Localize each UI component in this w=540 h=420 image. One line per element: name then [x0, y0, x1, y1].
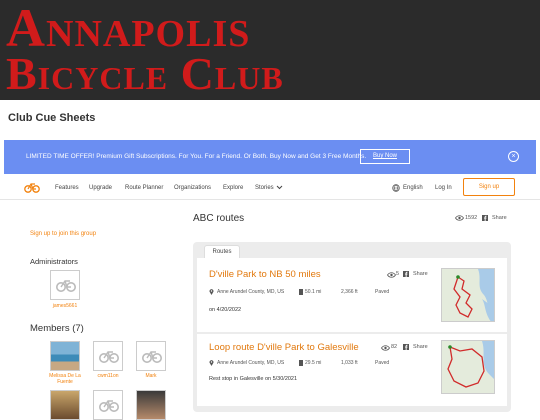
member-name[interactable]: Mark	[133, 373, 169, 379]
promo-text: LIMITED TIME OFFER! Premium Gift Subscri…	[26, 153, 367, 160]
nav-upgrade[interactable]: Upgrade	[89, 185, 112, 191]
share-link[interactable]: Share	[492, 215, 507, 221]
route-share-link[interactable]: Share	[413, 271, 428, 277]
route-view-count: 82	[391, 344, 398, 350]
signup-button[interactable]: Sign up	[463, 178, 515, 196]
route-card[interactable]: Loop route D'ville Park to Galesville 82…	[197, 334, 507, 406]
route-name[interactable]: Loop route D'ville Park to Galesville	[209, 342, 359, 353]
route-description: on 4/20/2022	[209, 307, 242, 313]
members-heading: Members (7)	[30, 323, 84, 334]
avatar[interactable]	[136, 341, 166, 371]
nav-organizations[interactable]: Organizations	[174, 185, 211, 191]
avatar[interactable]	[136, 390, 166, 420]
route-elevation: 2,366 ft	[341, 289, 358, 295]
document-icon	[299, 360, 303, 368]
route-elevation: 1,033 ft	[341, 360, 358, 366]
chevron-down-icon[interactable]	[276, 185, 283, 192]
location-pin-icon	[209, 360, 214, 368]
nav-explore[interactable]: Explore	[223, 185, 243, 191]
buy-now-button[interactable]: Buy Now	[360, 149, 410, 164]
banner-title-line2: Bicycle Club	[6, 48, 284, 99]
member-name[interactable]: cwm11on	[90, 373, 126, 379]
route-description: Rest stop in Galesville on 5/30/2021	[209, 376, 298, 382]
avatar[interactable]	[93, 390, 123, 420]
facebook-icon[interactable]	[482, 215, 488, 223]
route-meta: Anne Arundel County, MD, US 50.1 mi 2,36…	[209, 289, 399, 297]
location-pin-icon	[209, 289, 214, 297]
globe-icon[interactable]	[392, 184, 400, 194]
page-title: Club Cue Sheets	[8, 112, 96, 124]
promo-banner: LIMITED TIME OFFER! Premium Gift Subscri…	[4, 140, 536, 174]
administrators-heading: Administrators	[30, 257, 78, 266]
bicycle-logo-icon[interactable]	[24, 182, 40, 195]
avatar[interactable]	[50, 270, 80, 300]
route-meta: Anne Arundel County, MD, US 29.5 mi 1,03…	[209, 360, 399, 368]
route-name[interactable]: D'ville Park to NB 50 miles	[209, 269, 321, 280]
route-view-count: 5	[396, 271, 400, 277]
route-surface: Paved	[375, 289, 390, 295]
route-location: Anne Arundel County, MD, US	[217, 360, 285, 366]
route-surface: Paved	[375, 360, 390, 366]
tab-routes[interactable]: Routes	[204, 245, 240, 258]
avatar[interactable]	[93, 341, 123, 371]
route-distance: 29.5 mi	[305, 360, 322, 366]
admin-name[interactable]: james5661	[47, 303, 83, 309]
nav-features[interactable]: Features	[55, 185, 79, 191]
eye-icon	[455, 215, 464, 223]
facebook-icon[interactable]	[403, 344, 409, 352]
route-share-link[interactable]: Share	[413, 344, 428, 350]
nav-route-planner[interactable]: Route Planner	[125, 185, 163, 191]
route-card[interactable]: D'ville Park to NB 50 miles 5 Share Anne…	[197, 258, 507, 332]
route-location: Anne Arundel County, MD, US	[217, 289, 285, 295]
avatar[interactable]	[50, 341, 80, 371]
join-group-link[interactable]: Sign up to join this group	[30, 231, 96, 237]
eye-icon	[387, 272, 396, 280]
login-link[interactable]: Log In	[435, 185, 452, 191]
routes-section-title: ABC routes	[193, 213, 245, 224]
route-distance: 50.1 mi	[305, 289, 322, 295]
view-count: 1592	[465, 215, 478, 221]
club-banner: Annapolis Bicycle Club	[0, 0, 540, 100]
nav-stories[interactable]: Stories	[255, 185, 274, 191]
eye-icon	[381, 345, 390, 353]
facebook-icon[interactable]	[403, 271, 409, 279]
document-icon	[299, 289, 303, 297]
banner-title-line1: Annapolis	[6, 0, 251, 58]
route-map-thumbnail[interactable]	[441, 268, 495, 322]
close-icon[interactable]: ×	[508, 151, 519, 162]
member-name[interactable]: Melissa De La Fuente	[47, 373, 83, 385]
language-selector[interactable]: English	[403, 185, 423, 191]
route-map-thumbnail[interactable]	[441, 340, 495, 394]
top-nav: Features Upgrade Route Planner Organizat…	[0, 176, 540, 200]
avatar[interactable]	[50, 390, 80, 420]
